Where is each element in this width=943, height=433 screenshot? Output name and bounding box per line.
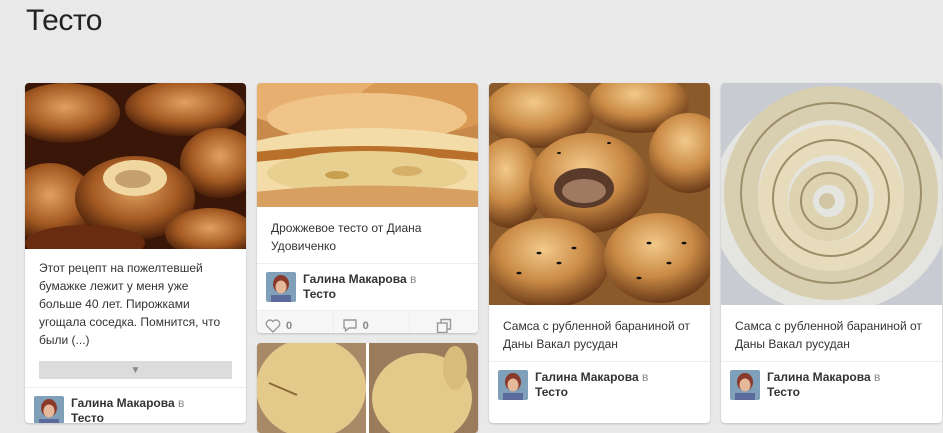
avatar[interactable] — [730, 370, 760, 400]
heart-icon — [265, 318, 281, 333]
avatar[interactable] — [498, 370, 528, 400]
repin-icon — [436, 318, 452, 334]
pin-card[interactable]: Дрожжевое тесто от Диана Удовиченко Гали… — [257, 83, 478, 333]
pin-card[interactable]: Самса с рубленной бараниной от Даны Вака… — [489, 83, 710, 423]
pin-photo[interactable] — [257, 343, 478, 433]
comment-count: 0 — [362, 319, 369, 332]
board-link[interactable]: Тесто — [303, 287, 416, 302]
in-label: в — [641, 370, 649, 384]
in-label: в — [177, 396, 185, 410]
pin-photo[interactable] — [489, 83, 710, 305]
pin-description: Самса с рубленной бараниной от Даны Вака… — [503, 319, 690, 351]
comment-icon — [342, 318, 358, 333]
page-title: Тесто — [26, 4, 102, 37]
author-text: Галина Макарова в Тесто — [535, 370, 648, 400]
author-name[interactable]: Галина Макарова — [767, 370, 871, 384]
in-label: в — [873, 370, 881, 384]
pin-card[interactable]: Самса с рубленной бараниной от Даны Вака… — [721, 83, 942, 423]
board-link[interactable]: Тесто — [767, 385, 880, 400]
pin-card[interactable] — [257, 343, 478, 433]
comment-button[interactable]: 0 — [334, 311, 411, 333]
author-text: Галина Макарова в Тесто — [767, 370, 880, 400]
pin-photo[interactable] — [25, 83, 246, 249]
pin-author[interactable]: Галина Макарова в Тесто — [25, 387, 246, 423]
avatar[interactable] — [34, 396, 64, 423]
like-button[interactable]: 0 — [257, 311, 334, 333]
repin-button[interactable] — [410, 311, 478, 333]
pin-photo[interactable] — [721, 83, 942, 305]
pin-author[interactable]: Галина Макарова в Тесто — [257, 263, 478, 310]
author-text: Галина Макарова в Тесто — [71, 396, 184, 423]
pin-description: Этот рецепт на пожелтевшей бумажке лежит… — [39, 261, 221, 347]
author-text: Галина Макарова в Тесто — [303, 272, 416, 302]
pin-photo[interactable] — [257, 83, 478, 207]
pin-author[interactable]: Галина Макарова в Тесто — [721, 361, 942, 408]
pin-card[interactable]: Этот рецепт на пожелтевшей бумажке лежит… — [25, 83, 246, 423]
expand-description-button[interactable]: ▼ — [39, 361, 232, 379]
like-count: 0 — [286, 319, 293, 332]
author-name[interactable]: Галина Макарова — [303, 272, 407, 286]
author-name[interactable]: Галина Макарова — [71, 396, 175, 410]
board-link[interactable]: Тесто — [535, 385, 648, 400]
in-label: в — [409, 272, 417, 286]
author-name[interactable]: Галина Макарова — [535, 370, 639, 384]
pin-author[interactable]: Галина Макарова в Тесто — [489, 361, 710, 408]
avatar[interactable] — [266, 272, 296, 302]
pin-stats: 0 0 — [257, 310, 478, 333]
pin-description: Дрожжевое тесто от Диана Удовиченко — [271, 221, 422, 253]
chevron-down-icon: ▼ — [130, 364, 141, 376]
pin-description: Самса с рубленной бараниной от Даны Вака… — [735, 319, 922, 351]
